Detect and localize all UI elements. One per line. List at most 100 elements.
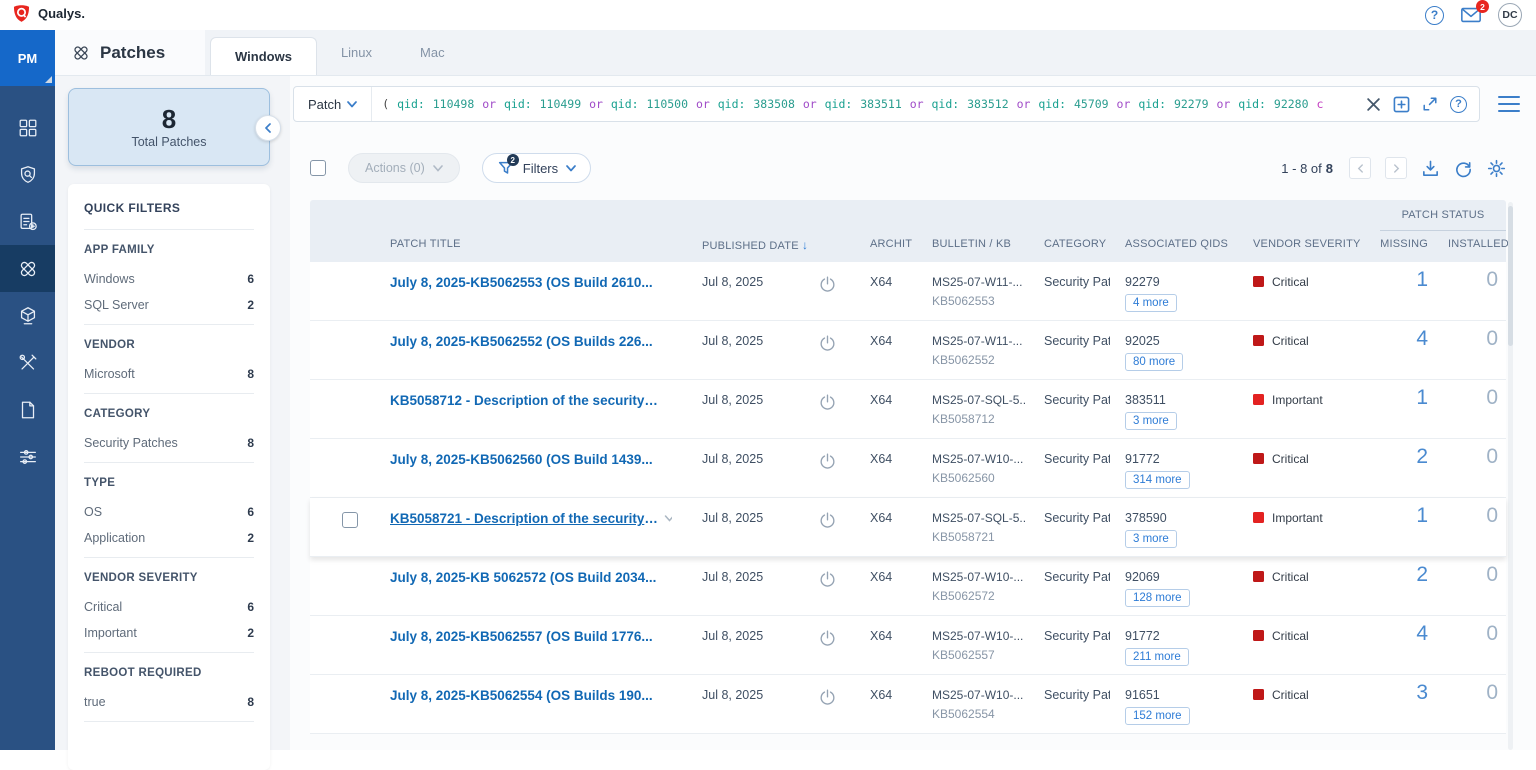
add-query-icon[interactable] [1393,96,1410,113]
user-avatar[interactable]: DC [1498,3,1522,27]
filter-item[interactable]: Security Patches8 [84,430,254,456]
patch-title-link[interactable]: KB5058721 - Description of the security … [390,511,658,526]
clear-search-icon[interactable] [1366,97,1381,112]
more-qids-chip[interactable]: 3 more [1125,412,1177,430]
patch-title-link[interactable]: KB5058712 - Description of the security … [390,393,658,408]
more-qids-chip[interactable]: 4 more [1125,294,1177,312]
sidebar-item-patches[interactable] [0,245,55,292]
bulletin-kb-cell: MS25-07-SQL-5...KB5058712 [914,380,1026,438]
prev-page-button[interactable] [1349,157,1371,179]
tab-mac[interactable]: Mac [396,30,469,75]
more-qids-chip[interactable]: 3 more [1125,530,1177,548]
actions-button[interactable]: Actions (0) [348,153,460,183]
expand-search-icon[interactable] [1422,96,1438,112]
missing-count[interactable]: 2 [1380,439,1448,497]
table-row[interactable]: KB5058721 - Description of the security … [310,498,1506,557]
col-vendor-severity[interactable]: VENDOR SEVERITY [1238,238,1380,262]
col-missing[interactable]: MISSING [1380,238,1448,262]
installed-count[interactable]: 0 [1448,675,1506,733]
col-patch-title[interactable]: PATCH TITLE [362,238,672,262]
sidebar-item-reports[interactable] [0,386,55,433]
sidebar-item-shield-scan[interactable] [0,151,55,198]
filter-item[interactable]: Important2 [84,620,254,646]
total-patches-card[interactable]: 8 Total Patches [68,88,270,166]
select-all-checkbox[interactable] [310,160,326,176]
table-row[interactable]: July 8, 2025-KB5062560 (OS Build 1439...… [310,439,1506,498]
table-row[interactable]: July 8, 2025-KB5062553 (OS Build 2610...… [310,262,1506,321]
notifications-button[interactable]: 2 [1460,6,1482,24]
col-published-date[interactable]: PUBLISHED DATE ↓ [672,238,802,262]
sidebar-item-jobs[interactable] [0,198,55,245]
more-qids-chip[interactable]: 211 more [1125,648,1189,666]
col-associated-qids[interactable]: ASSOCIATED QIDS [1110,238,1238,262]
sidebar-item-configuration[interactable] [0,433,55,480]
patch-title-link[interactable]: July 8, 2025-KB5062552 (OS Builds 226... [390,334,653,349]
more-qids-chip[interactable]: 80 more [1125,353,1183,371]
more-qids-chip[interactable]: 152 more [1125,707,1190,725]
query-field: qid: [1138,97,1173,111]
sidebar-item-dashboard[interactable] [0,104,55,151]
filter-item[interactable]: OS6 [84,499,254,525]
more-qids-chip[interactable]: 314 more [1125,471,1190,489]
patch-title-link[interactable]: July 8, 2025-KB 5062572 (OS Build 2034..… [390,570,656,585]
table-row[interactable]: July 8, 2025-KB5062552 (OS Builds 226...… [310,321,1506,380]
table-row[interactable]: July 8, 2025-KB 5062572 (OS Build 2034..… [310,557,1506,616]
refresh-icon[interactable] [1454,159,1473,178]
filter-item[interactable]: Application2 [84,525,254,551]
sidebar-item-tools[interactable] [0,339,55,386]
severity-square-icon [1253,512,1264,523]
menu-icon[interactable] [1498,96,1520,116]
collapse-panel-button[interactable] [255,115,281,141]
help-icon[interactable]: ? [1425,6,1444,25]
installed-count[interactable]: 0 [1448,439,1506,497]
next-page-button[interactable] [1385,157,1407,179]
col-category[interactable]: CATEGORY [1026,238,1110,262]
settings-gear-icon[interactable] [1487,159,1506,178]
patches-main: Patch ( qid: 110498 or qid: 110499 or qi… [290,76,1536,750]
col-installed[interactable]: INSTALLED [1448,238,1506,262]
tab-linux[interactable]: Linux [317,30,396,75]
filter-item[interactable]: Windows6 [84,266,254,292]
missing-count[interactable]: 1 [1380,498,1448,556]
patch-title-link[interactable]: July 8, 2025-KB5062554 (OS Builds 190... [390,688,653,703]
row-expand-chevron[interactable] [664,511,672,525]
installed-count[interactable]: 0 [1448,557,1506,615]
filter-item[interactable]: Critical6 [84,594,254,620]
installed-count[interactable]: 0 [1448,380,1506,438]
installed-count[interactable]: 0 [1448,498,1506,556]
query-operator: or [696,97,717,111]
patch-title-link[interactable]: July 8, 2025-KB5062553 (OS Build 2610... [390,275,653,290]
col-architecture[interactable]: ARCHIT [852,238,914,262]
installed-count[interactable]: 0 [1448,262,1506,320]
col-bulletin-kb[interactable]: BULLETIN / KB [914,238,1026,262]
missing-count[interactable]: 1 [1380,380,1448,438]
missing-count[interactable]: 2 [1380,557,1448,615]
missing-count[interactable]: 4 [1380,616,1448,674]
search-help-icon[interactable]: ? [1450,96,1467,113]
table-row[interactable]: July 8, 2025-KB5062554 (OS Builds 190...… [310,675,1506,734]
table-scrollbar-thumb[interactable] [1508,206,1513,346]
filter-item[interactable]: SQL Server2 [84,292,254,318]
table-row[interactable]: July 8, 2025-KB5062557 (OS Build 1776...… [310,616,1506,675]
missing-count[interactable]: 3 [1380,675,1448,733]
query-value: 92280 [1274,97,1316,111]
installed-count[interactable]: 0 [1448,616,1506,674]
table-row[interactable]: KB5058712 - Description of the security … [310,380,1506,439]
row-checkbox[interactable] [342,512,358,528]
patch-title-link[interactable]: July 8, 2025-KB5062560 (OS Build 1439... [390,452,653,467]
more-qids-chip[interactable]: 128 more [1125,589,1190,607]
module-switcher[interactable]: PM [0,30,55,86]
filters-button[interactable]: 2 Filters [482,153,591,183]
missing-count[interactable]: 4 [1380,321,1448,379]
download-icon[interactable] [1421,159,1440,178]
search-query-input[interactable]: ( qid: 110498 or qid: 110499 or qid: 110… [372,97,1354,111]
filter-item[interactable]: true8 [84,689,254,715]
patch-title-link[interactable]: July 8, 2025-KB5062557 (OS Build 1776... [390,629,653,644]
bulletin-kb-cell: MS25-07-W10-...KB5062557 [914,616,1026,674]
tab-windows[interactable]: Windows [210,37,317,75]
filter-item[interactable]: Microsoft8 [84,361,254,387]
sidebar-item-assets[interactable] [0,292,55,339]
installed-count[interactable]: 0 [1448,321,1506,379]
missing-count[interactable]: 1 [1380,262,1448,320]
search-scope-dropdown[interactable]: Patch [294,87,372,121]
